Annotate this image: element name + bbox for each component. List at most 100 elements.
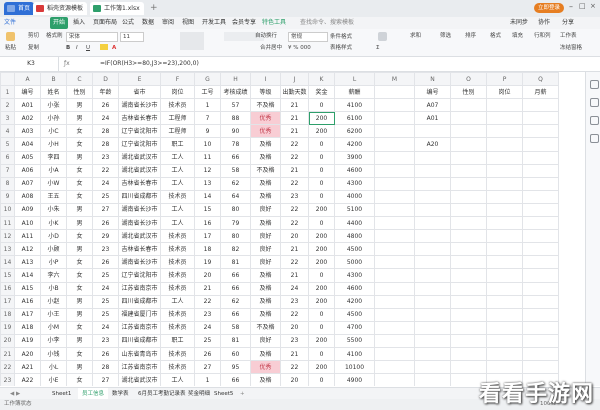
data-cell[interactable]: 四川省成都市 — [118, 189, 161, 204]
font-size-select[interactable]: 11 — [120, 32, 144, 42]
data-cell[interactable]: 小E — [40, 373, 67, 386]
data-cell[interactable]: 0 — [308, 307, 335, 322]
rows-columns-button[interactable]: 行和列 — [534, 32, 551, 40]
copy-button[interactable]: 复制 — [28, 44, 39, 52]
minimize-icon[interactable]: – — [569, 2, 573, 11]
lookup-cell[interactable] — [522, 229, 559, 244]
row-header[interactable]: 3 — [0, 111, 15, 126]
data-cell[interactable]: 22 — [92, 163, 119, 178]
header-cell[interactable]: 姓名 — [40, 85, 67, 100]
data-cell[interactable]: 22 — [280, 360, 309, 375]
data-cell[interactable]: 小H — [40, 137, 67, 152]
data-cell[interactable]: 19 — [194, 255, 221, 270]
data-cell[interactable]: 职工 — [160, 333, 195, 348]
column-header[interactable]: L — [334, 72, 375, 87]
row-header[interactable]: 2 — [0, 98, 15, 113]
lookup-cell[interactable] — [450, 242, 487, 257]
data-cell[interactable]: 12 — [194, 163, 221, 178]
lookup-cell[interactable] — [414, 216, 451, 231]
data-cell[interactable]: A15 — [14, 281, 41, 296]
data-cell[interactable]: 0 — [308, 268, 335, 283]
data-cell[interactable]: 优秀 — [250, 111, 281, 126]
lookup-cell[interactable] — [450, 137, 487, 152]
data-cell[interactable]: 小L — [40, 360, 67, 375]
data-cell[interactable]: 技术员 — [160, 307, 195, 322]
data-cell[interactable]: 吉林省长春市 — [118, 111, 161, 126]
row-header[interactable]: 13 — [0, 242, 15, 257]
data-cell[interactable] — [374, 320, 415, 335]
lookup-cell[interactable] — [414, 281, 451, 296]
row-header[interactable]: 10 — [0, 202, 15, 218]
data-cell[interactable]: 技术员 — [160, 360, 195, 375]
lookup-cell[interactable] — [450, 98, 487, 113]
data-cell[interactable]: 良好 — [250, 242, 281, 257]
lookup-cell[interactable] — [522, 216, 559, 231]
lookup-cell[interactable] — [522, 124, 559, 139]
lookup-cell[interactable] — [522, 346, 559, 362]
data-cell[interactable]: A07 — [14, 176, 41, 191]
data-cell[interactable]: 66 — [220, 281, 251, 296]
row-header[interactable]: 4 — [0, 124, 15, 139]
data-cell[interactable]: 22 — [280, 216, 309, 231]
data-cell[interactable]: 小李 — [40, 333, 67, 348]
header-cell[interactable]: 出勤天数 — [280, 85, 309, 100]
lookup-cell[interactable] — [450, 163, 487, 178]
data-cell[interactable]: 0 — [308, 163, 335, 178]
data-cell[interactable]: 81 — [220, 333, 251, 348]
sync-status[interactable]: 未同步 — [510, 17, 528, 29]
italic-button[interactable]: I — [76, 44, 78, 52]
data-cell[interactable]: 女 — [66, 124, 93, 139]
data-cell[interactable]: 200 — [308, 281, 335, 296]
data-cell[interactable]: A13 — [14, 255, 41, 270]
data-cell[interactable]: 27 — [194, 360, 221, 375]
data-cell[interactable]: 20 — [280, 320, 309, 335]
data-cell[interactable]: 14 — [194, 189, 221, 204]
data-cell[interactable] — [374, 229, 415, 244]
data-cell[interactable]: 小D — [40, 229, 67, 244]
data-cell[interactable] — [374, 98, 415, 113]
data-cell[interactable]: 小K — [40, 216, 67, 231]
data-cell[interactable]: 良好 — [250, 333, 281, 348]
data-cell[interactable]: 技术员 — [160, 281, 195, 296]
data-cell[interactable]: 23 — [280, 333, 309, 348]
data-cell[interactable]: 吉林省长春市 — [118, 242, 161, 257]
data-cell[interactable]: 58 — [220, 320, 251, 335]
data-cell[interactable]: 优秀 — [250, 360, 281, 375]
data-cell[interactable]: 男 — [66, 111, 93, 126]
column-header[interactable]: K — [308, 72, 335, 87]
data-cell[interactable]: 湖南省长沙市 — [118, 98, 161, 113]
data-cell[interactable]: 26 — [92, 255, 119, 270]
data-cell[interactable] — [374, 360, 415, 375]
data-cell[interactable]: 湖北省武汉市 — [118, 373, 161, 386]
data-cell[interactable]: 80 — [220, 229, 251, 244]
data-cell[interactable]: A04 — [14, 137, 41, 152]
data-cell[interactable]: 小赵 — [40, 294, 67, 309]
data-cell[interactable]: 21 — [280, 124, 309, 139]
merge-center-button[interactable]: 合并居中 — [260, 44, 282, 52]
lookup-cell[interactable]: A07 — [414, 98, 451, 113]
data-cell[interactable]: A12 — [14, 242, 41, 257]
row-header[interactable]: 6 — [0, 150, 15, 165]
data-cell[interactable]: 20 — [280, 229, 309, 244]
lookup-cell[interactable] — [522, 242, 559, 257]
data-cell[interactable]: 工人 — [160, 163, 195, 178]
data-cell[interactable]: 10 — [194, 137, 221, 152]
header-cell[interactable]: 性别 — [450, 85, 487, 100]
lookup-cell[interactable] — [450, 268, 487, 283]
spreadsheet-grid[interactable]: A B C D E F G H I J K L M N O P Q 1 编号 姓名 性别 年龄 省市 岗位 工号 考核成绩 等级 出勤… — [0, 72, 584, 386]
data-cell[interactable]: 良好 — [250, 255, 281, 270]
cell-table[interactable]: A B C D E F G H I J K L M N O P Q 1 编号 姓名 性别 年龄 省市 岗位 工号 考核成绩 等级 出勤… — [0, 72, 559, 386]
data-cell[interactable]: 技术员 — [160, 189, 195, 204]
data-cell[interactable]: 职工 — [160, 137, 195, 152]
sum-label[interactable]: 求和 — [410, 32, 421, 40]
row-header[interactable]: 8 — [0, 176, 15, 191]
lookup-cell[interactable] — [450, 360, 487, 375]
lookup-cell[interactable] — [450, 333, 487, 348]
menu-item-special-tools[interactable]: 特色工具 — [262, 17, 286, 29]
data-cell[interactable]: A08 — [14, 189, 41, 204]
lookup-cell[interactable]: A01 — [414, 111, 451, 126]
column-header[interactable]: J — [280, 72, 309, 87]
data-cell[interactable] — [374, 189, 415, 204]
lookup-cell[interactable] — [414, 242, 451, 257]
data-cell[interactable]: 3900 — [334, 150, 375, 165]
